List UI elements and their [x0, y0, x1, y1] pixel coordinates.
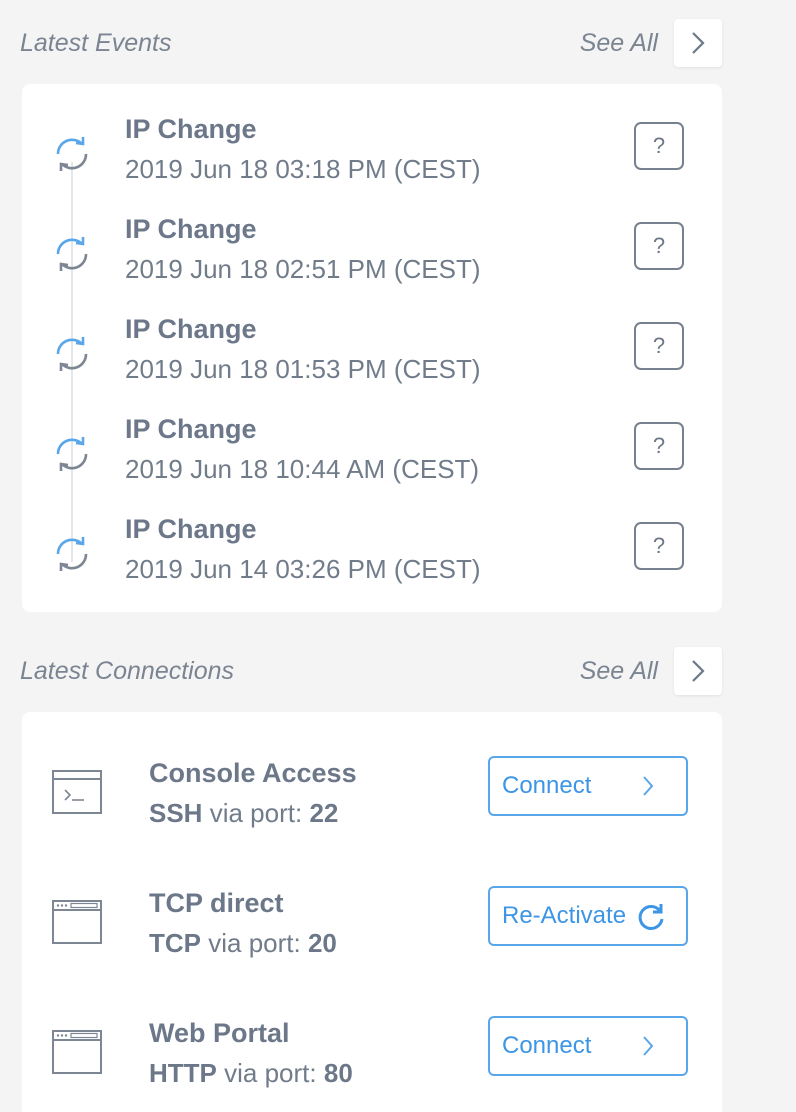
connection-title: Web Portal: [149, 1018, 290, 1048]
event-item: IP Change 2019 Jun 18 01:53 PM (CEST) ?: [22, 306, 722, 406]
events-see-all-link[interactable]: See All: [580, 29, 658, 58]
connections-header: Latest Connections See All: [20, 646, 722, 696]
connection-port-info: HTTP via port: 80: [149, 1058, 353, 1089]
connection-via-label: via port:: [208, 928, 301, 958]
event-item: IP Change 2019 Jun 18 02:51 PM (CEST) ?: [22, 206, 722, 306]
connections-see-all-button[interactable]: [674, 647, 722, 695]
connect-button[interactable]: Connect: [488, 756, 688, 816]
event-help-button[interactable]: ?: [634, 522, 684, 570]
connection-port: 80: [323, 1058, 353, 1088]
event-date: 2019 Jun 18 02:51 PM (CEST): [125, 254, 481, 284]
event-item: IP Change 2019 Jun 18 10:44 AM (CEST) ?: [22, 406, 722, 506]
chevron-right-icon: [692, 660, 705, 682]
browser-window-icon: [52, 1030, 102, 1074]
chevron-right-icon: [692, 32, 705, 54]
connect-button-label: Connect: [502, 1032, 592, 1059]
event-date: 2019 Jun 18 01:53 PM (CEST): [125, 354, 481, 384]
events-header: Latest Events See All: [20, 18, 722, 68]
connect-button[interactable]: Connect: [488, 1016, 688, 1076]
connection-port: 20: [307, 928, 337, 958]
event-date: 2019 Jun 18 03:18 PM (CEST): [125, 154, 481, 184]
connection-via-label: via port:: [224, 1058, 317, 1088]
sync-icon: [56, 237, 88, 271]
connection-protocol: SSH: [149, 798, 203, 828]
events-section-title: Latest Events: [20, 28, 172, 57]
connection-item: TCP direct TCP via port: 20 Re-Activate: [22, 872, 722, 962]
connection-port-info: SSH via port: 22: [149, 798, 338, 829]
sync-icon: [56, 537, 88, 571]
connection-title: Console Access: [149, 758, 357, 788]
event-help-button[interactable]: ?: [634, 122, 684, 170]
browser-window-icon: [52, 900, 102, 944]
connections-see-all-link[interactable]: See All: [580, 657, 658, 686]
connection-item: Web Portal HTTP via port: 80 Connect: [22, 1002, 722, 1092]
event-title: IP Change: [125, 314, 257, 344]
reactivate-button[interactable]: Re-Activate: [488, 886, 688, 946]
connection-protocol: TCP: [149, 928, 201, 958]
refresh-icon: [638, 904, 664, 930]
connect-button-label: Connect: [502, 772, 592, 799]
event-item: IP Change 2019 Jun 18 03:18 PM (CEST) ?: [22, 106, 722, 206]
terminal-window-icon: [52, 770, 102, 814]
connection-protocol: HTTP: [149, 1058, 217, 1088]
sync-icon: [56, 337, 88, 371]
reactivate-button-label: Re-Activate: [502, 902, 627, 929]
event-title: IP Change: [125, 114, 257, 144]
event-date: 2019 Jun 14 03:26 PM (CEST): [125, 554, 481, 584]
event-item: IP Change 2019 Jun 14 03:26 PM (CEST) ?: [22, 506, 722, 606]
event-title: IP Change: [125, 514, 257, 544]
chevron-right-icon: [643, 776, 654, 796]
sync-icon: [56, 137, 88, 171]
connection-port: 22: [309, 798, 339, 828]
event-help-button[interactable]: ?: [634, 322, 684, 370]
connections-section-title: Latest Connections: [20, 656, 235, 685]
connection-via-label: via port:: [209, 798, 303, 828]
sync-icon: [56, 437, 88, 471]
event-title: IP Change: [125, 214, 257, 244]
event-help-button[interactable]: ?: [634, 422, 684, 470]
connection-item: Console Access SSH via port: 22 Connect: [22, 742, 722, 832]
chevron-right-icon: [643, 1036, 654, 1056]
connections-card: Console Access SSH via port: 22 Connect …: [22, 712, 722, 1112]
connection-title: TCP direct: [149, 888, 284, 918]
event-title: IP Change: [125, 414, 257, 444]
events-see-all-button[interactable]: [674, 19, 722, 67]
event-help-button[interactable]: ?: [634, 222, 684, 270]
events-card: IP Change 2019 Jun 18 03:18 PM (CEST) ? …: [22, 84, 722, 612]
connection-port-info: TCP via port: 20: [149, 928, 337, 959]
event-date: 2019 Jun 18 10:44 AM (CEST): [125, 454, 480, 484]
